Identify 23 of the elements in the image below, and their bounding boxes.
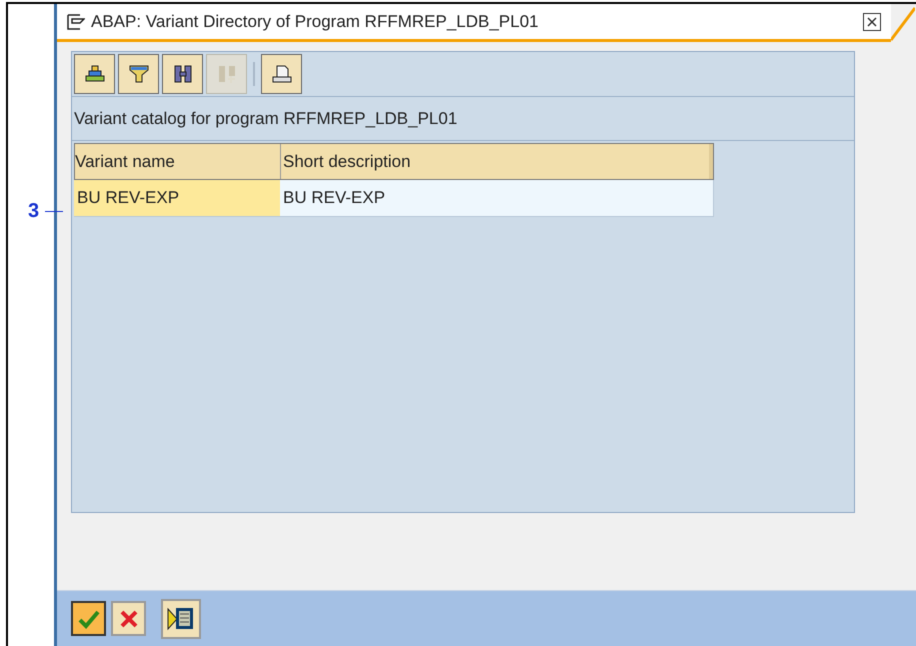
filter-icon [128, 64, 148, 84]
toolbar-button[interactable] [261, 54, 302, 94]
toolbar-button[interactable] [118, 54, 159, 94]
stack-icon [84, 64, 104, 84]
printer-icon [272, 64, 292, 84]
binoculars-plus-icon [216, 64, 236, 84]
table-cell[interactable]: BU REV-EXP [74, 180, 280, 216]
window-title: ABAP: Variant Directory of Program RFFMREP_LDB_PL01 [91, 10, 539, 33]
toolbar-button[interactable] [162, 54, 203, 94]
binoculars-icon [172, 64, 192, 84]
column-header[interactable]: Variant name [75, 144, 281, 179]
window-icon [67, 14, 85, 30]
execute-button[interactable] [161, 598, 201, 638]
toolbar-button[interactable] [74, 54, 115, 94]
close-icon [118, 608, 140, 630]
table-cell[interactable]: BU REV-EXP [280, 180, 713, 216]
leader-line [45, 210, 64, 212]
close-icon [867, 16, 877, 26]
close-button[interactable] [863, 12, 881, 30]
catalog-caption: Variant catalog for program RFFMREP_LDB_PL01 [74, 108, 458, 130]
cancel-button[interactable] [111, 601, 146, 636]
callout-number: 3 [28, 199, 40, 224]
confirm-button[interactable] [71, 601, 106, 636]
